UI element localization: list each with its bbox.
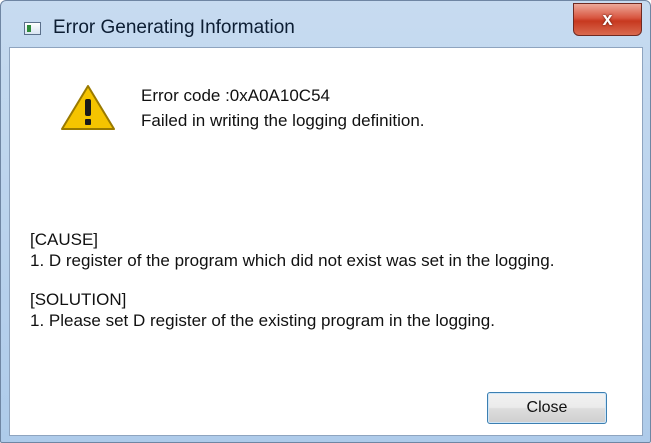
app-icon-bar [27, 25, 31, 32]
window-title: Error Generating Information [53, 17, 295, 38]
window-close-button[interactable]: x [573, 3, 642, 36]
window-app-icon [24, 22, 41, 35]
cause-text: 1. D register of the program which did n… [30, 251, 555, 270]
title-bar[interactable]: Error Generating Information x [1, 1, 650, 47]
close-icon: x [602, 9, 613, 29]
warning-icon [61, 85, 115, 130]
dialog-content: Error code :0xA0A10C54 Failed in writing… [9, 47, 643, 436]
solution-heading: [SOLUTION] [30, 290, 127, 309]
error-description: Failed in writing the logging definition… [141, 111, 425, 130]
solution-text: 1. Please set D register of the existing… [30, 311, 495, 330]
error-dialog-window: Error Generating Information x Error cod… [0, 0, 651, 443]
close-button[interactable]: Close [487, 392, 607, 424]
cause-heading: [CAUSE] [30, 230, 99, 249]
error-code-text: Error code :0xA0A10C54 [141, 86, 330, 105]
